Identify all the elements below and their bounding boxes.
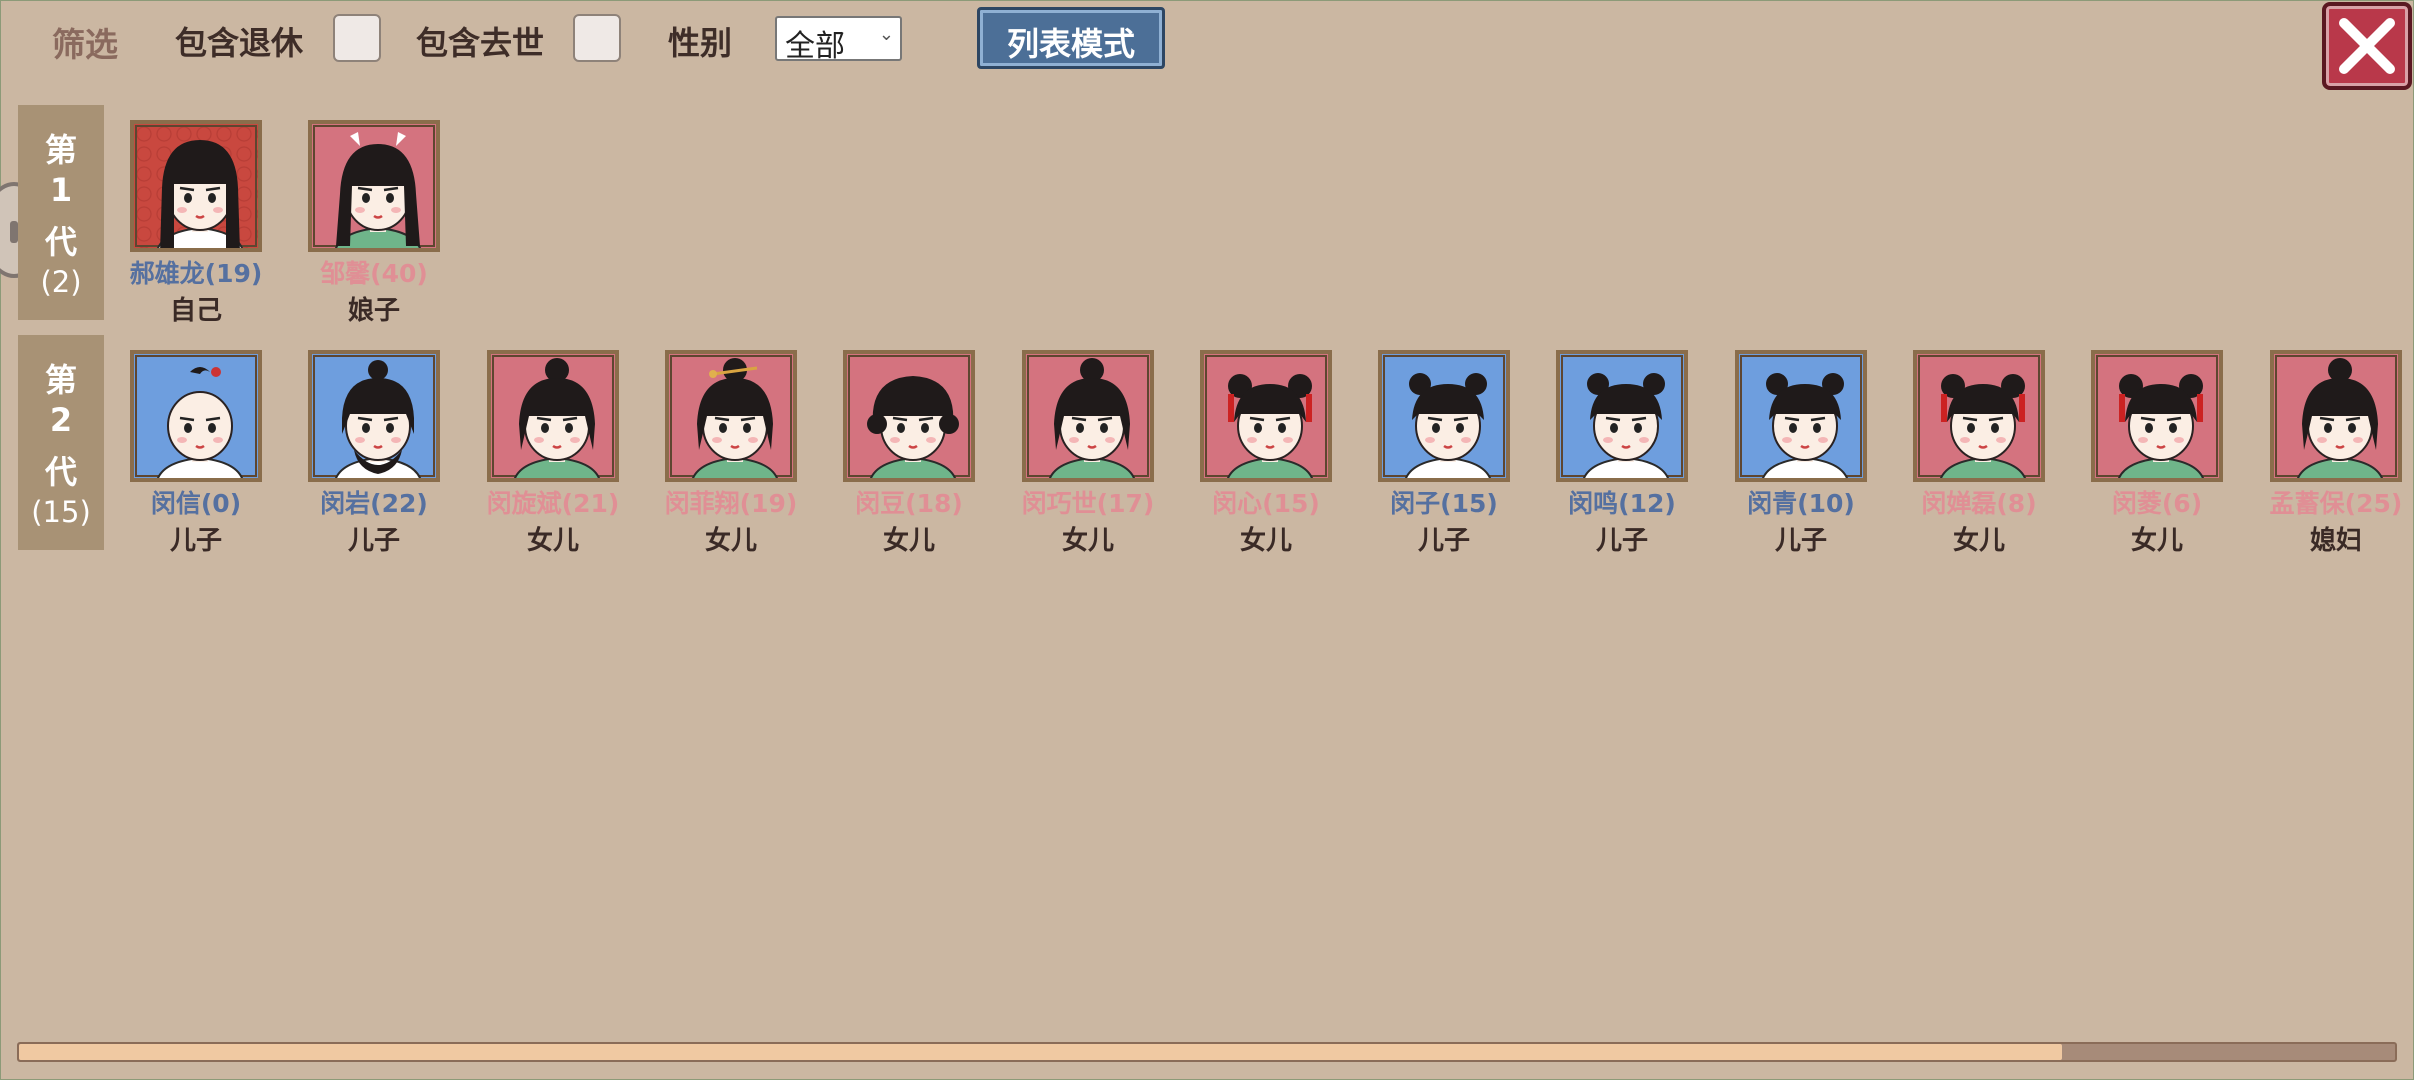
character-relation: 媳妇 [2309, 526, 2362, 556]
character-relation: 女儿 [1061, 526, 1114, 556]
character-portrait[interactable] [487, 350, 619, 482]
character-name: 闵婵磊(8) [1921, 489, 2037, 518]
character-portrait[interactable] [1556, 350, 1688, 482]
horizontal-scrollbar[interactable] [17, 1042, 2397, 1062]
list-mode-label: 列表模式 [1006, 25, 1135, 63]
chevron-down-icon: ⌄ [878, 24, 894, 45]
avatar [2297, 358, 2383, 478]
character-name: 邹馨(40) [320, 259, 428, 288]
character-relation: 儿子 [1417, 526, 1470, 556]
character-name: 闵菲翔(19) [664, 489, 798, 518]
character-relation: 儿子 [1774, 526, 1827, 556]
avatar [1940, 374, 2026, 478]
scrollbar-thumb[interactable] [19, 1044, 2063, 1060]
character-portrait[interactable] [308, 120, 440, 252]
generation-1-label: 第 1 代 (2) [18, 105, 104, 320]
avatar [1227, 374, 1313, 478]
character-name: 闵子(15) [1390, 489, 1498, 518]
character-name: 孟蓄保(25) [2269, 489, 2403, 518]
character-relation: 女儿 [1239, 526, 1292, 556]
avatar [1049, 358, 1135, 478]
close-icon [2339, 18, 2395, 74]
character-portrait[interactable] [1378, 350, 1510, 482]
avatar [2118, 374, 2204, 478]
avatar [514, 358, 600, 478]
close-button[interactable] [2322, 2, 2412, 90]
avatar [157, 367, 243, 478]
character-relation: 女儿 [1952, 526, 2005, 556]
character-relation: 儿子 [1595, 526, 1648, 556]
character-portrait[interactable] [1735, 350, 1867, 482]
avatar [867, 376, 959, 478]
character-relation: 女儿 [526, 526, 579, 556]
character-relation: 女儿 [2130, 526, 2183, 556]
character-relation: 娘子 [347, 296, 400, 326]
include-deceased-checkbox[interactable] [573, 14, 621, 62]
generation-label-char3: 代 [44, 453, 77, 491]
character-name: 闵青(10) [1747, 489, 1855, 518]
generation-label-count: (15) [31, 495, 91, 529]
character-name: 郝雄龙(19) [129, 259, 263, 288]
gender-select[interactable]: 全部 ⌄ [775, 16, 902, 64]
character-relation: 自己 [169, 296, 222, 326]
character-portrait[interactable] [1200, 350, 1332, 482]
avatar [335, 360, 421, 478]
filter-title: 筛选 [52, 25, 118, 64]
character-relation: 儿子 [169, 526, 222, 556]
generation-label-char3: 代 [44, 223, 77, 261]
character-portrait[interactable] [130, 120, 262, 252]
include-retired-checkbox[interactable] [333, 14, 381, 62]
gender-label: 性别 [668, 24, 733, 62]
character-name: 闵豆(18) [855, 489, 963, 518]
include-retired-label: 包含退休 [175, 24, 304, 62]
character-relation: 女儿 [704, 526, 757, 556]
character-name: 闵菱(6) [2111, 489, 2203, 518]
include-deceased-label: 包含去世 [416, 24, 545, 62]
avatar [1405, 373, 1491, 478]
character-relation: 女儿 [882, 526, 935, 556]
character-portrait[interactable] [665, 350, 797, 482]
character-portrait[interactable] [843, 350, 975, 482]
avatar [157, 140, 243, 248]
character-portrait[interactable] [2091, 350, 2223, 482]
pause-icon [10, 221, 18, 243]
list-mode-button[interactable]: 列表模式 [977, 7, 1165, 69]
generation-label-char1: 第 [44, 361, 77, 399]
generation-label-char1: 第 [44, 131, 77, 169]
generation-label-count: (2) [40, 265, 82, 299]
generation-label-char2: 1 [49, 171, 73, 209]
character-name: 闵巧世(17) [1021, 489, 1155, 518]
gender-select-value: 全部 [785, 29, 845, 64]
avatar [1583, 373, 1669, 478]
avatar [1762, 373, 1848, 478]
character-portrait[interactable] [2270, 350, 2402, 482]
character-name: 闵旋斌(21) [486, 489, 620, 518]
character-portrait[interactable] [1913, 350, 2045, 482]
character-relation: 儿子 [347, 526, 400, 556]
character-portrait[interactable] [308, 350, 440, 482]
character-name: 闵心(15) [1212, 489, 1320, 518]
generation-label-char2: 2 [49, 401, 73, 439]
avatar [692, 358, 778, 478]
avatar [335, 132, 421, 248]
character-portrait[interactable] [130, 350, 262, 482]
character-name: 闵信(0) [150, 489, 242, 518]
generation-2-label: 第 2 代 (15) [18, 335, 104, 550]
character-name: 闵鸣(12) [1568, 489, 1676, 518]
character-name: 闵岩(22) [320, 489, 428, 518]
character-portrait[interactable] [1022, 350, 1154, 482]
